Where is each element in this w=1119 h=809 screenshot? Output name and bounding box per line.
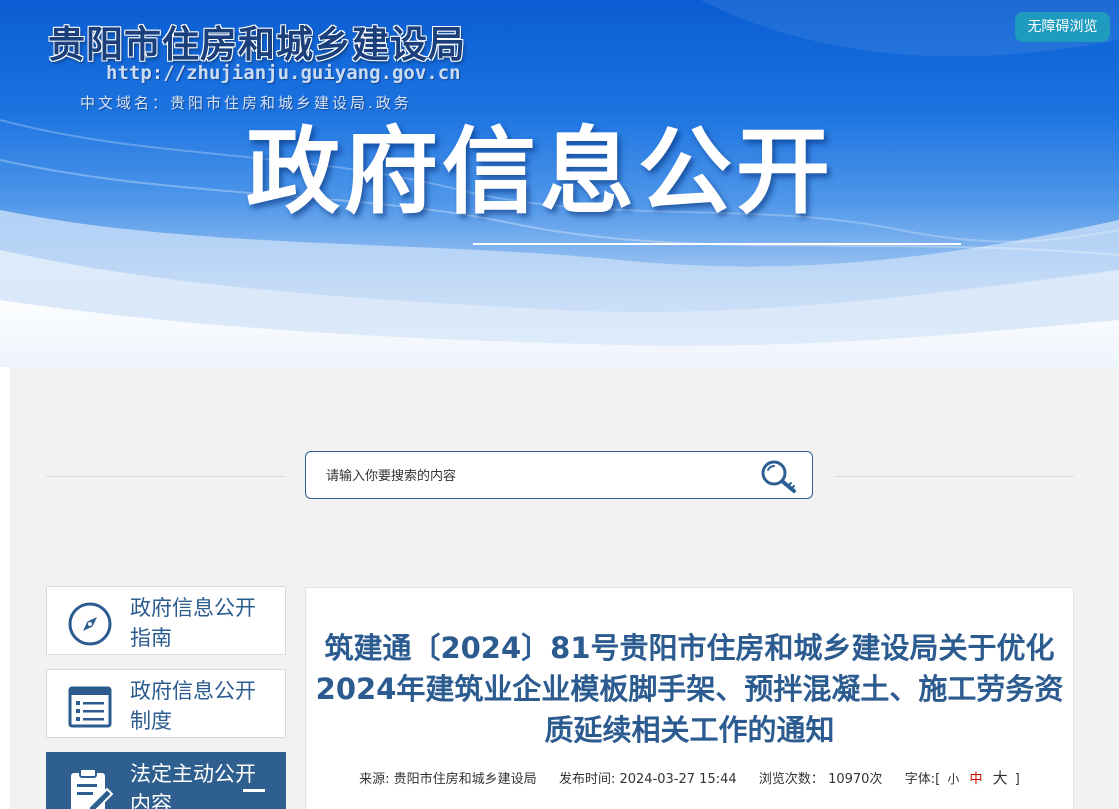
sidebar-item-guide[interactable]: 政府信息公开指南 xyxy=(46,586,286,655)
site-url: http://zhujianju.guiyang.gov.cn xyxy=(106,62,461,84)
search-divider-left xyxy=(46,476,286,477)
search-divider-right xyxy=(835,476,1074,477)
font-size-label: 字体:[ xyxy=(904,772,941,787)
collapse-icon[interactable] xyxy=(243,789,265,792)
font-size-bracket-close: ] xyxy=(1014,772,1020,787)
article-panel: 筑建通〔2024〕81号贵阳市住房和城乡建设局关于优化2024年建筑业企业模板脚… xyxy=(305,587,1074,809)
sidebar-item-label: 政府信息公开制度 xyxy=(130,679,256,733)
clipboard-edit-icon xyxy=(71,768,113,809)
search-box xyxy=(305,451,813,499)
search-icon[interactable] xyxy=(758,458,800,494)
view-count-value: 10970次 xyxy=(828,772,883,787)
site-chinese-domain: 中文域名：贵阳市住房和城乡建设局.政务 xyxy=(80,94,412,112)
publish-time-value: 2024-03-27 15:44 xyxy=(619,772,737,787)
font-size-small-button[interactable]: 小 xyxy=(944,772,962,786)
page: 贵阳市住房和城乡建设局 http://zhujianju.guiyang.gov… xyxy=(0,0,1119,809)
page-title: 政府信息公开 xyxy=(246,118,835,227)
sidebar-item-mandatory-disclosure[interactable]: 法定主动公开内容 xyxy=(46,752,286,809)
site-name: 贵阳市住房和城乡建设局 xyxy=(48,22,466,66)
article-title: 筑建通〔2024〕81号贵阳市住房和城乡建设局关于优化2024年建筑业企业模板脚… xyxy=(315,631,1064,747)
title-underline xyxy=(473,243,961,245)
font-size-medium-button[interactable]: 中 xyxy=(966,772,985,787)
sidebar-item-label: 法定主动公开内容 xyxy=(130,762,256,809)
compass-icon xyxy=(68,602,112,646)
search-input[interactable] xyxy=(324,461,748,491)
publish-time-label: 发布时间: xyxy=(558,772,616,787)
source-value: 贵阳市住房和城乡建设局 xyxy=(393,772,537,787)
sidebar-item-system[interactable]: 政府信息公开制度 xyxy=(46,669,286,738)
article-meta: 来源: 贵阳市住房和城乡建设局 发布时间: 2024-03-27 15:44 浏… xyxy=(306,767,1073,788)
accessibility-button[interactable]: 无障碍浏览 xyxy=(1015,12,1110,42)
sidebar-item-label: 政府信息公开指南 xyxy=(130,596,256,650)
list-icon xyxy=(68,686,112,728)
font-size-large-button[interactable]: 大 xyxy=(990,769,1011,787)
view-count-label: 浏览次数： xyxy=(758,772,824,787)
header-banner: 贵阳市住房和城乡建设局 http://zhujianju.guiyang.gov… xyxy=(0,0,1119,367)
source-label: 来源: xyxy=(359,772,390,787)
